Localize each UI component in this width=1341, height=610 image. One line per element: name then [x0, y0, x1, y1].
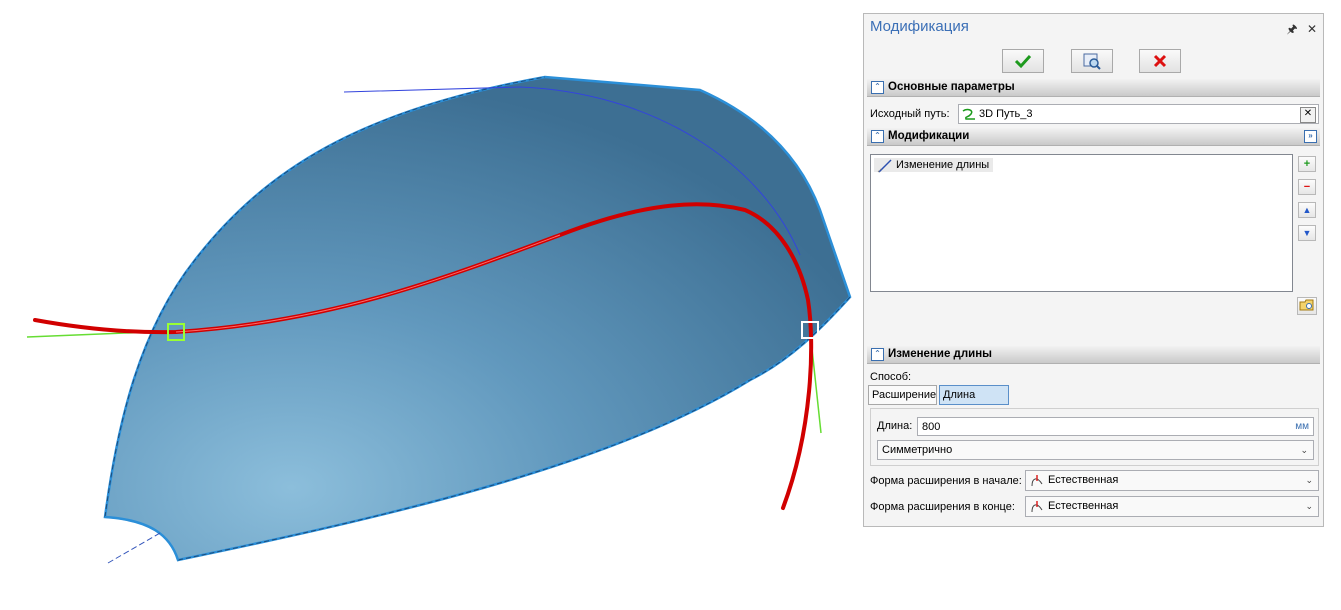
modification-panel: Модификация 🖈︎ ✕ ⌃ Основные параметры Исх… — [863, 13, 1324, 527]
natural-curve-icon — [1031, 501, 1043, 513]
preview-icon — [1083, 53, 1101, 70]
pin-icon[interactable]: 🖈︎ — [1286, 22, 1297, 36]
scene-canvas — [26, 75, 852, 564]
end-shape-value: Естественная — [1048, 500, 1119, 512]
source-path-field[interactable]: 3D Путь_3 ✕ — [958, 104, 1319, 124]
arrow-down-icon: ▼ — [1302, 228, 1312, 238]
start-shape-value: Естественная — [1048, 474, 1119, 486]
length-label: Длина: — [877, 420, 913, 432]
end-shape-select[interactable]: Естественная ⌄ — [1025, 496, 1319, 517]
clear-icon[interactable]: ✕ — [1300, 107, 1316, 123]
arrow-up-icon: ▲ — [1302, 205, 1312, 215]
basic-params-header[interactable]: ⌃ Основные параметры — [867, 79, 1320, 97]
collapse-icon[interactable]: ⌃ — [871, 130, 884, 143]
tab-extension[interactable]: Расширение — [868, 385, 937, 405]
collapse-icon[interactable]: ⌃ — [871, 81, 884, 94]
source-path-value: 3D Путь_3 — [979, 108, 1033, 120]
method-label: Способ: — [870, 371, 912, 383]
checkmark-icon — [1014, 54, 1032, 69]
end-shape-label: Форма расширения в конце: — [870, 501, 1015, 513]
chevron-down-icon: ⌄ — [1300, 445, 1308, 455]
title-icons: 🖈︎ ✕ — [1280, 20, 1317, 41]
length-change-icon — [877, 159, 892, 173]
basic-params-title: Основные параметры — [888, 81, 1015, 93]
remove-button[interactable]: − — [1298, 179, 1316, 195]
chevron-down-icon: ⌄ — [1305, 501, 1313, 511]
panel-title: Модификация — [870, 18, 969, 35]
mode-select[interactable]: Симметрично ⌄ — [877, 440, 1314, 460]
natural-curve-icon — [1031, 475, 1043, 487]
plus-icon: + — [1303, 158, 1311, 170]
axis-dashed-line — [107, 532, 161, 564]
collapse-icon[interactable]: ⌃ — [871, 348, 884, 361]
library-button[interactable] — [1297, 297, 1317, 315]
mode-value: Симметрично — [882, 444, 953, 456]
path-3d-icon — [962, 108, 975, 120]
source-path-label: Исходный путь: — [870, 108, 950, 120]
cancel-button[interactable] — [1139, 49, 1181, 73]
modifications-list[interactable]: Изменение длины — [870, 154, 1293, 292]
cross-icon — [1153, 54, 1167, 68]
tab-length[interactable]: Длина — [939, 385, 1009, 405]
length-value: 800 — [922, 421, 941, 433]
start-shape-label: Форма расширения в начале: — [870, 475, 1022, 487]
ok-button[interactable] — [1002, 49, 1044, 73]
surface-body — [103, 75, 852, 562]
list-item[interactable]: Изменение длины — [874, 158, 994, 173]
expand-right-icon[interactable]: » — [1304, 130, 1317, 143]
length-unit: мм — [1295, 421, 1309, 432]
move-up-button[interactable]: ▲ — [1298, 202, 1316, 218]
preview-button[interactable] — [1071, 49, 1113, 73]
length-group: Длина: 800 мм Симметрично ⌄ — [870, 408, 1319, 466]
folder-icon — [1299, 299, 1314, 311]
start-shape-select[interactable]: Естественная ⌄ — [1025, 470, 1319, 491]
list-item-label: Изменение длины — [896, 159, 990, 171]
length-change-title: Изменение длины — [888, 348, 992, 360]
close-icon[interactable]: ✕ — [1307, 22, 1317, 36]
length-change-header[interactable]: ⌃ Изменение длины — [867, 346, 1320, 364]
chevron-down-icon: ⌄ — [1305, 475, 1313, 485]
length-input[interactable]: 800 мм — [917, 417, 1314, 436]
add-button[interactable]: + — [1298, 156, 1316, 172]
move-down-button[interactable]: ▼ — [1298, 225, 1316, 241]
modifications-title: Модификации — [888, 130, 970, 142]
3d-viewport[interactable] — [0, 0, 860, 607]
minus-icon: − — [1303, 181, 1311, 193]
modifications-header[interactable]: ⌃ Модификации » — [867, 128, 1320, 146]
